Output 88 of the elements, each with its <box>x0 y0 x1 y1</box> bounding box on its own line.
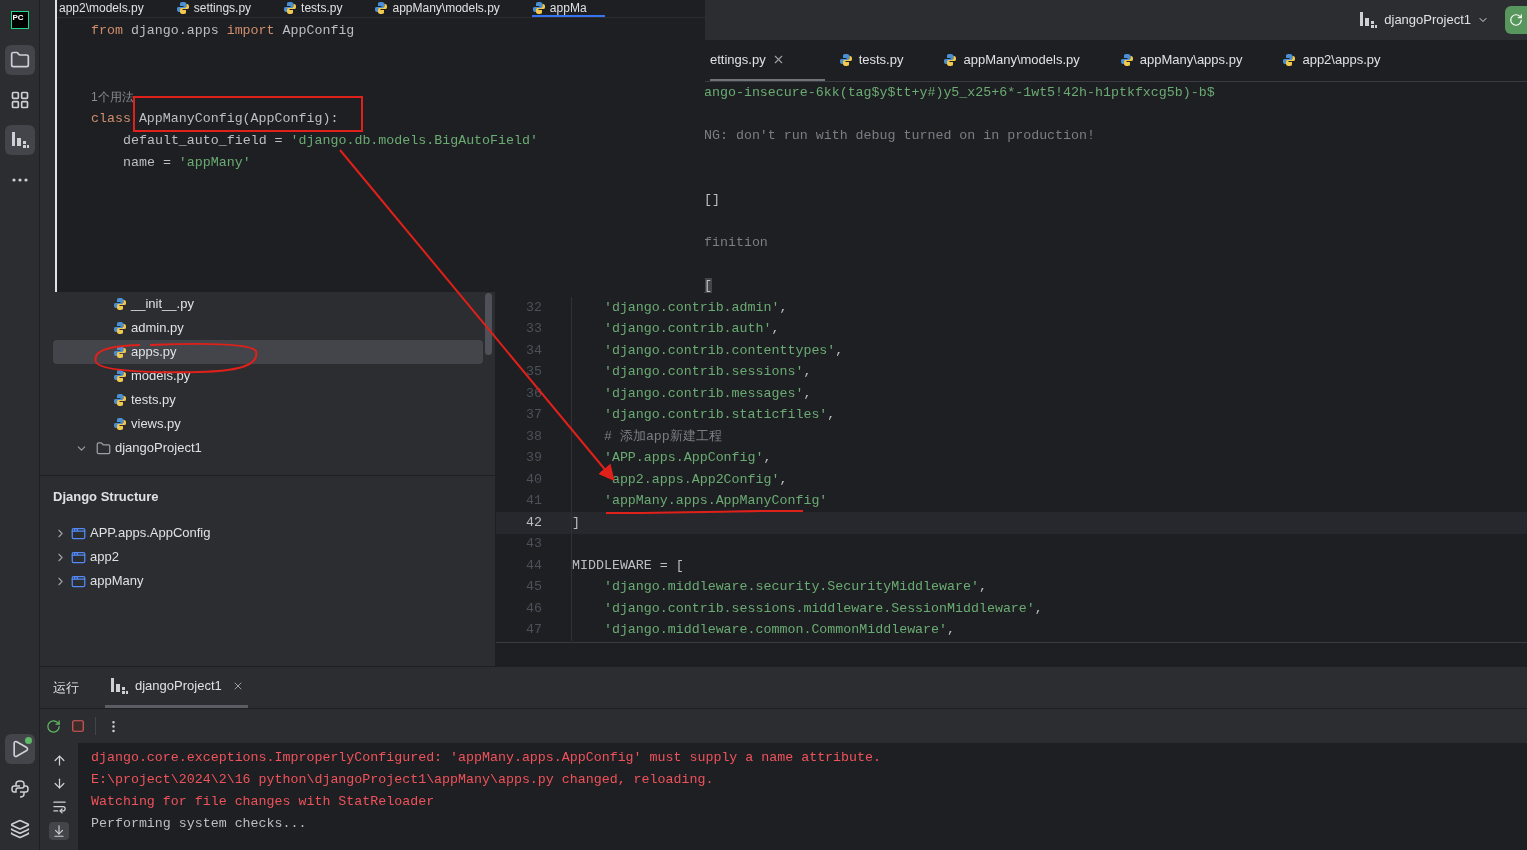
code-line: name = 'appMany' <box>123 155 251 171</box>
console-line: Watching for file changes with StatReloader <box>91 793 436 811</box>
tool-window-button[interactable] <box>4 125 35 155</box>
editor-tab[interactable]: ettings.py <box>710 40 825 81</box>
code-line: [] <box>704 192 720 209</box>
line-number: 42 <box>526 514 542 530</box>
folder-icon <box>9 50 30 70</box>
python-file-icon <box>113 393 127 407</box>
structure-icon <box>9 90 30 110</box>
python-file-icon <box>113 321 127 335</box>
code-line: 'django.contrib.sessions', <box>602 364 812 381</box>
tree-file[interactable]: models.py <box>53 364 483 388</box>
code-line: 'django.contrib.messages', <box>602 385 812 402</box>
app-icon <box>71 549 86 565</box>
editor-tab[interactable]: appMany\models.py <box>374 0 518 17</box>
panel-title: Django Structure <box>52 488 160 506</box>
python-file-icon <box>283 0 298 15</box>
app-icon <box>71 525 86 541</box>
editor-tab[interactable]: app2\models.py <box>59 0 162 17</box>
python-file-icon <box>531 0 546 15</box>
wrap-icon[interactable] <box>51 799 67 814</box>
python-file-icon <box>175 0 190 15</box>
layers-icon <box>9 819 30 839</box>
tool-window-button[interactable] <box>4 45 35 75</box>
code-line: 1个用法 <box>91 88 134 106</box>
editor-tab[interactable]: tests.py <box>838 40 944 81</box>
code-line: class AppManyConfig(AppConfig): <box>91 111 339 127</box>
code-line: ] <box>572 514 580 531</box>
editor-tab[interactable]: appMa <box>531 0 605 17</box>
editor-tab[interactable]: appMany\apps.py <box>1119 40 1283 81</box>
tree-file[interactable]: admin.py <box>53 316 483 340</box>
python-file-icon <box>113 297 127 311</box>
code-line: ango-insecure-6kk(tag$y$tt+y#)y5_x25+6*-1wt5!42h-h1ptkfxcg5b)-b$ <box>704 84 1215 101</box>
code-line: finition <box>704 235 768 252</box>
code-line: 'appMany.apps.AppManyConfig' <box>602 493 828 510</box>
run-tab[interactable]: djangoProject1 <box>105 667 248 708</box>
structure-item[interactable]: appMany <box>40 569 495 593</box>
code-line: # 添加app新建工程 <box>602 428 722 445</box>
structure-item[interactable]: app2 <box>40 545 495 569</box>
app-icon <box>71 573 86 589</box>
code-line: 'django.contrib.auth', <box>602 321 780 338</box>
code-line: NG: don't run with debug turned on in production! <box>704 127 1095 144</box>
python-file-icon <box>838 52 853 67</box>
stop-icon[interactable] <box>71 719 85 733</box>
editor-tab[interactable]: appMany\models.py <box>943 40 1120 81</box>
scroll-end-icon[interactable] <box>49 822 69 840</box>
console-line: Performing system checks... <box>91 815 308 833</box>
code-line: 'django.middleware.security.SecurityMiddleware', <box>602 579 987 596</box>
structure-item[interactable]: APP.apps.AppConfig <box>40 521 495 545</box>
console-line: django.core.exceptions.ImproperlyConfigured: 'appMany.apps.AppConfig' must supply a name attribute. <box>91 749 881 767</box>
more-icon <box>11 178 28 182</box>
code-line: default_auto_field = 'django.db.models.BigAutoField' <box>123 133 538 149</box>
code-line: 'django.contrib.staticfiles', <box>602 407 836 424</box>
console-line: E:\project\2024\2\16 python\djangoProject1\appMany\apps.py changed, reloading. <box>91 771 715 789</box>
code-line: 'APP.apps.AppConfig', <box>602 450 772 467</box>
folder-icon <box>96 440 111 456</box>
arrow-down-icon[interactable] <box>51 776 67 791</box>
rerun-icon[interactable] <box>46 718 61 734</box>
editor-tab[interactable]: tests.py <box>283 0 361 17</box>
python-icon <box>9 779 30 799</box>
tree-file[interactable]: tests.py <box>53 388 483 412</box>
python-file-icon <box>1119 52 1134 67</box>
tool-window-button[interactable] <box>4 734 35 764</box>
run-button[interactable] <box>1505 6 1527 34</box>
python-file-icon <box>113 417 127 431</box>
code-line: MIDDLEWARE = [ <box>572 557 684 574</box>
run-config-selector[interactable]: djangoProject1 <box>1358 10 1489 30</box>
app-logo: PC <box>10 11 29 29</box>
scrollbar-thumb[interactable] <box>485 293 492 355</box>
editor-tab[interactable]: settings.py <box>175 0 270 17</box>
python-file-icon <box>1282 52 1297 67</box>
rerun-icon <box>1509 13 1523 27</box>
tree-file[interactable]: apps.py <box>53 340 483 364</box>
python-file-icon <box>113 369 127 383</box>
code-line: 'django.contrib.admin', <box>602 299 788 316</box>
tree-file[interactable]: views.py <box>53 412 483 436</box>
tree-folder[interactable]: djangoProject1 <box>53 436 483 460</box>
code-line: from django.apps import AppConfig <box>91 23 355 39</box>
panel-title: 运行 <box>53 678 79 697</box>
code-line: 'django.contrib.contenttypes', <box>602 342 844 359</box>
code-line: 'app2.apps.App2Config', <box>602 471 788 488</box>
python-file-icon <box>943 52 958 67</box>
tree-file[interactable]: __init__.py <box>53 292 483 316</box>
code-line: 'django.contrib.sessions.middleware.SessionMiddleware', <box>602 600 1043 617</box>
code-line: 'django.middleware.common.CommonMiddleware', <box>602 622 956 639</box>
editor-tab[interactable]: app2\apps.py <box>1282 40 1421 81</box>
python-file-icon <box>113 345 127 359</box>
python-file-icon <box>374 0 389 15</box>
